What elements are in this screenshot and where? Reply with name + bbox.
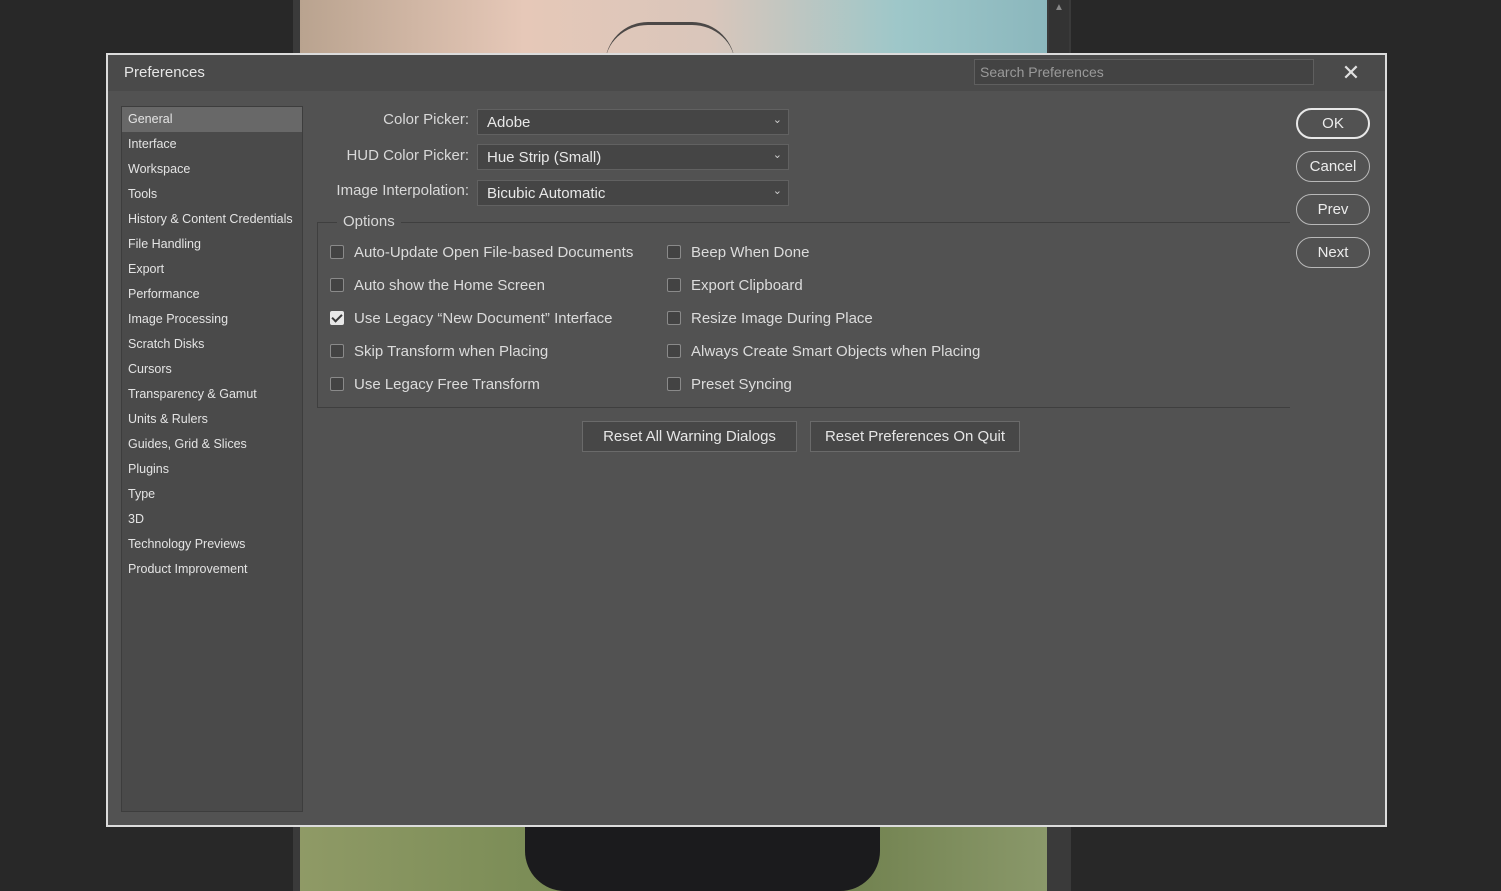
beep-when-done-option[interactable]: Beep When Done xyxy=(667,242,809,262)
image-interpolation-label: Image Interpolation: xyxy=(336,182,469,199)
color-picker-select[interactable]: Adobe ⌄ xyxy=(477,109,789,135)
search-preferences-input[interactable] xyxy=(974,59,1314,85)
sidebar-item-units-rulers[interactable]: Units & Rulers xyxy=(122,407,302,432)
export-clipboard-option[interactable]: Export Clipboard xyxy=(667,275,803,295)
sidebar-item-history[interactable]: History & Content Credentials xyxy=(122,207,302,232)
option-label: Skip Transform when Placing xyxy=(354,342,549,360)
sidebar-item-export[interactable]: Export xyxy=(122,257,302,282)
sidebar-item-scratch-disks[interactable]: Scratch Disks xyxy=(122,332,302,357)
document-image-figure xyxy=(525,826,880,891)
option-label: Auto-Update Open File-based Documents xyxy=(354,243,634,261)
sidebar-item-tools[interactable]: Tools xyxy=(122,182,302,207)
option-label: Use Legacy “New Document” Interface xyxy=(354,309,613,327)
scroll-up-icon[interactable]: ▲ xyxy=(1054,2,1064,13)
sidebar-item-3d[interactable]: 3D xyxy=(122,507,302,532)
preferences-sidebar: General Interface Workspace Tools Histor… xyxy=(121,106,303,812)
image-interpolation-value: Bicubic Automatic xyxy=(487,185,606,202)
resize-image-place-option[interactable]: Resize Image During Place xyxy=(667,308,873,328)
color-picker-value: Adobe xyxy=(487,114,531,131)
legacy-free-transform-option[interactable]: Use Legacy Free Transform xyxy=(330,374,540,394)
reset-preferences-button[interactable]: Reset Preferences On Quit xyxy=(810,421,1020,452)
sidebar-item-cursors[interactable]: Cursors xyxy=(122,357,302,382)
sidebar-item-product-improvement[interactable]: Product Improvement xyxy=(122,557,302,582)
dialog-titlebar: Preferences ✕ xyxy=(108,55,1385,91)
sidebar-item-workspace[interactable]: Workspace xyxy=(122,157,302,182)
option-label: Use Legacy Free Transform xyxy=(354,375,540,393)
hud-color-picker-select[interactable]: Hue Strip (Small) ⌄ xyxy=(477,144,789,170)
auto-show-home-option[interactable]: Auto show the Home Screen xyxy=(330,275,545,295)
checkbox[interactable] xyxy=(667,377,681,391)
sidebar-item-performance[interactable]: Performance xyxy=(122,282,302,307)
dialog-title: Preferences xyxy=(124,64,205,81)
ok-button[interactable]: OK xyxy=(1296,108,1370,139)
option-label: Preset Syncing xyxy=(691,375,792,393)
sidebar-item-file-handling[interactable]: File Handling xyxy=(122,232,302,257)
close-icon[interactable]: ✕ xyxy=(1338,60,1364,86)
option-label: Resize Image During Place xyxy=(691,309,873,327)
smart-objects-placing-option[interactable]: Always Create Smart Objects when Placing xyxy=(667,341,980,361)
image-interpolation-select[interactable]: Bicubic Automatic ⌄ xyxy=(477,180,789,206)
checkmark-icon[interactable] xyxy=(330,311,344,325)
chevron-down-icon: ⌄ xyxy=(772,149,782,161)
checkbox[interactable] xyxy=(330,278,344,292)
next-button[interactable]: Next xyxy=(1296,237,1370,268)
hud-color-picker-value: Hue Strip (Small) xyxy=(487,149,602,166)
color-picker-label: Color Picker: xyxy=(383,111,469,128)
checkbox[interactable] xyxy=(330,377,344,391)
checkbox[interactable] xyxy=(667,278,681,292)
checkbox[interactable] xyxy=(330,245,344,259)
options-title: Options xyxy=(337,213,401,230)
sidebar-item-transparency-gamut[interactable]: Transparency & Gamut xyxy=(122,382,302,407)
sidebar-item-interface[interactable]: Interface xyxy=(122,132,302,157)
sidebar-item-guides-grid-slices[interactable]: Guides, Grid & Slices xyxy=(122,432,302,457)
option-label: Export Clipboard xyxy=(691,276,803,294)
sidebar-item-plugins[interactable]: Plugins xyxy=(122,457,302,482)
checkbox[interactable] xyxy=(667,311,681,325)
option-label: Always Create Smart Objects when Placing xyxy=(691,342,981,360)
options-group: Options Auto-Update Open File-based Docu… xyxy=(317,213,1290,408)
option-label: Beep When Done xyxy=(691,243,810,261)
prev-button[interactable]: Prev xyxy=(1296,194,1370,225)
preferences-dialog: Preferences ✕ General Interface Workspac… xyxy=(106,53,1387,827)
chevron-down-icon: ⌄ xyxy=(772,114,782,126)
hud-color-picker-label: HUD Color Picker: xyxy=(346,147,469,164)
checkbox[interactable] xyxy=(667,344,681,358)
sidebar-item-image-processing[interactable]: Image Processing xyxy=(122,307,302,332)
auto-update-documents-option[interactable]: Auto-Update Open File-based Documents xyxy=(330,242,633,262)
skip-transform-option[interactable]: Skip Transform when Placing xyxy=(330,341,548,361)
sidebar-item-general[interactable]: General xyxy=(122,107,302,132)
checkbox[interactable] xyxy=(330,344,344,358)
cancel-button[interactable]: Cancel xyxy=(1296,151,1370,182)
preset-syncing-option[interactable]: Preset Syncing xyxy=(667,374,792,394)
reset-warning-dialogs-button[interactable]: Reset All Warning Dialogs xyxy=(582,421,797,452)
checkbox[interactable] xyxy=(667,245,681,259)
chevron-down-icon: ⌄ xyxy=(772,185,782,197)
legacy-new-document-option[interactable]: Use Legacy “New Document” Interface xyxy=(330,308,612,328)
sidebar-item-technology-previews[interactable]: Technology Previews xyxy=(122,532,302,557)
sidebar-item-type[interactable]: Type xyxy=(122,482,302,507)
option-label: Auto show the Home Screen xyxy=(354,276,545,294)
